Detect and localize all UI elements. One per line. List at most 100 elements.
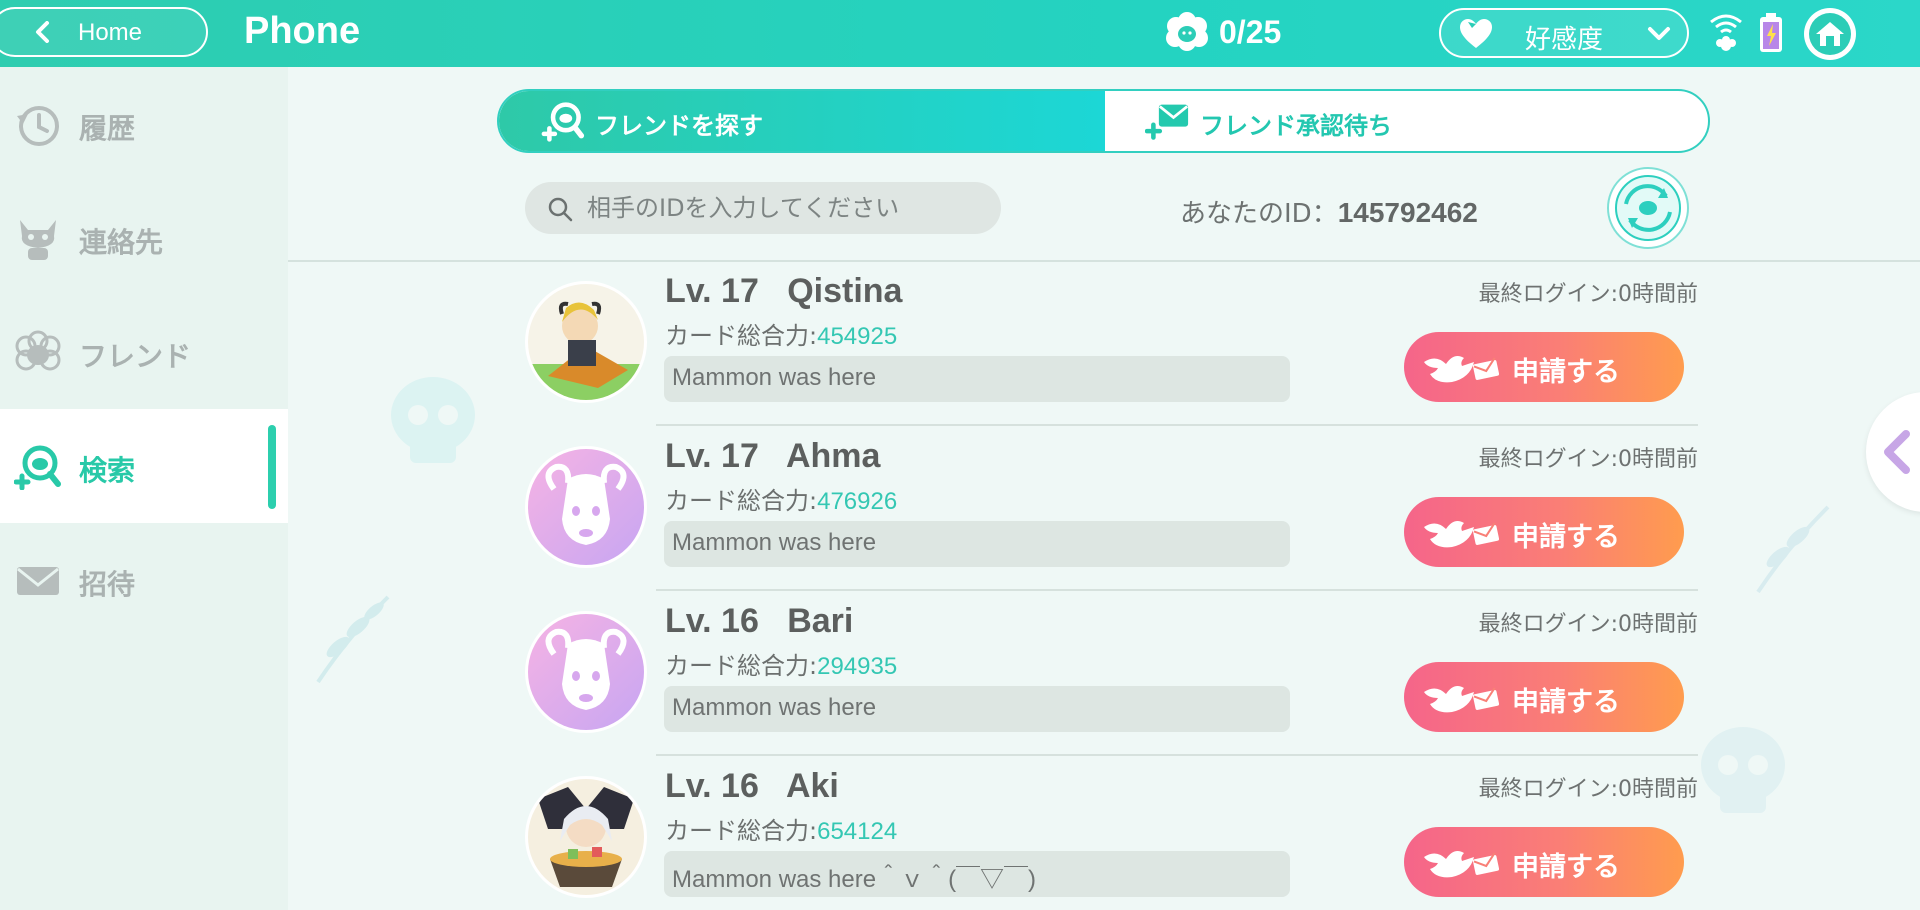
- apply-label: 申請する: [1512, 687, 1620, 718]
- leaf-decoration-icon: [316, 595, 390, 684]
- sheep-icon: [1166, 12, 1208, 51]
- leaf-decoration-icon: [1756, 505, 1830, 594]
- home-back-button[interactable]: Home: [0, 7, 208, 57]
- row-divider: [656, 424, 1698, 426]
- sheep-avatar-icon: [528, 614, 644, 730]
- last-login: 最終ログイン:0時間前: [1478, 282, 1698, 307]
- history-icon: [17, 106, 59, 146]
- affinity-sort-label: 好感度: [1525, 25, 1604, 55]
- card-power: カード総合力:454925: [665, 316, 897, 351]
- apply-friend-button[interactable]: 申請する: [1404, 662, 1684, 732]
- bird-mail-icon: [1424, 686, 1500, 713]
- user-message: Mammon was here: [664, 356, 1290, 402]
- last-login: 最終ログイン:0時間前: [1478, 777, 1698, 802]
- chevron-left-icon: [1884, 430, 1910, 474]
- card-power-label: カード総合力:: [665, 652, 818, 680]
- user-name: Lv. 16 Aki: [665, 767, 839, 805]
- card-power-value: 294935: [817, 653, 898, 680]
- contacts-icon: [20, 220, 56, 260]
- sidebar-item-history[interactable]: 履歴: [0, 67, 288, 181]
- card-power-value: 654124: [817, 818, 898, 845]
- apply-label: 申請する: [1512, 852, 1620, 883]
- bird-mail-icon: [1424, 521, 1500, 548]
- battery-icon: [1760, 13, 1782, 52]
- user-row: Lv. 16 Aki カード総合力:654124 Mammon was here…: [520, 759, 1700, 910]
- user-row: Lv. 17 Ahma カード総合力:476926 Mammon was her…: [520, 429, 1700, 594]
- user-name: Lv. 17 Ahma: [665, 437, 881, 475]
- row-divider: [656, 754, 1698, 756]
- user-name: Lv. 16 Bari: [665, 602, 854, 640]
- user-name: Lv. 17 Qistina: [665, 272, 903, 310]
- apply-friend-button[interactable]: 申請する: [1404, 497, 1684, 567]
- character-avatar-icon: [528, 779, 644, 895]
- home-icon[interactable]: [1802, 6, 1858, 62]
- user-row: Lv. 17 Qistina カード総合力:454925 Mammon was …: [520, 264, 1700, 429]
- bird-mail-icon: [1424, 356, 1500, 383]
- last-login: 最終ログイン:0時間前: [1478, 612, 1698, 637]
- user-message: Mammon was here: [664, 686, 1290, 732]
- user-avatar: [528, 779, 644, 895]
- sidebar-item-contacts[interactable]: 連絡先: [0, 181, 288, 295]
- card-power: カード総合力:654124: [665, 811, 897, 846]
- search-friend-icon: [14, 445, 61, 490]
- card-power-label: カード総合力:: [665, 322, 818, 350]
- apply-label: 申請する: [1512, 357, 1620, 388]
- friends-icon: [15, 330, 61, 371]
- search-divider: [288, 260, 1920, 262]
- user-message: Mammon was here＾ｖ＾(￣▽￣): [664, 851, 1290, 897]
- search-input[interactable]: [587, 188, 987, 228]
- user-avatar: [528, 614, 644, 730]
- user-row: Lv. 16 Bari カード総合力:294935 Mammon was her…: [520, 594, 1700, 759]
- friend-counter: 0/25: [1165, 12, 1281, 52]
- sidebar-item-label: 連絡先: [79, 226, 164, 259]
- bird-mail-icon: [1424, 851, 1500, 878]
- friend-tabs: フレンドを探す フレンド承認待ち: [497, 89, 1710, 153]
- skull-decoration-icon: [1701, 727, 1785, 813]
- top-bar: Home Phone 0/25 好感度: [0, 0, 1920, 67]
- mail-plus-icon: [1145, 104, 1189, 140]
- my-id-value: 145792462: [1337, 197, 1478, 228]
- apply-label: 申請する: [1512, 522, 1620, 553]
- invite-mail-icon: [17, 567, 59, 595]
- sidebar-item-friends[interactable]: フレンド: [0, 295, 288, 409]
- card-power: カード総合力:476926: [665, 481, 897, 516]
- tab-find-friends[interactable]: フレンドを探す: [499, 91, 1105, 151]
- tab-pending-requests[interactable]: フレンド承認待ち: [1105, 91, 1708, 151]
- user-message: Mammon was here: [664, 521, 1290, 567]
- affinity-sort-dropdown[interactable]: 好感度: [1439, 8, 1689, 58]
- apply-friend-button[interactable]: 申請する: [1404, 332, 1684, 402]
- card-power-value: 476926: [817, 488, 898, 515]
- sidebar-item-label: 検索: [79, 454, 136, 487]
- card-power-label: カード総合力:: [665, 487, 818, 515]
- my-id-label: あなたのID：: [1180, 199, 1338, 229]
- tab-pending-label: フレンド承認待ち: [1200, 112, 1392, 140]
- tab-find-label: フレンドを探す: [595, 112, 763, 140]
- home-back-label: Home: [78, 19, 143, 46]
- sidebar: 履歴 連絡先 フレンド 検索 招待: [0, 67, 288, 910]
- sidebar-item-label: 履歴: [79, 112, 136, 145]
- user-avatar: [528, 284, 644, 400]
- user-avatar: [528, 449, 644, 565]
- page-title: Phone: [244, 10, 361, 52]
- card-power-label: カード総合力:: [665, 817, 818, 845]
- search-friend-icon: [541, 102, 585, 142]
- refresh-icon[interactable]: [1606, 166, 1690, 250]
- friend-id-search: [525, 182, 1001, 234]
- apply-friend-button[interactable]: 申請する: [1404, 827, 1684, 897]
- heart-icon: [1460, 19, 1492, 48]
- sidebar-item-label: フレンド: [79, 340, 192, 373]
- skull-decoration-icon: [391, 377, 475, 463]
- search-icon: [548, 197, 573, 222]
- active-indicator: [268, 425, 276, 509]
- card-power: カード総合力:294935: [665, 646, 897, 681]
- sidebar-item-invite[interactable]: 招待: [0, 523, 288, 637]
- my-id: あなたのID：145792462: [1180, 193, 1478, 230]
- wifi-icon: [1710, 14, 1742, 51]
- card-power-value: 454925: [817, 323, 898, 350]
- chevron-left-icon: [36, 21, 49, 43]
- friend-counter-value: 0/25: [1219, 13, 1282, 50]
- sidebar-item-search[interactable]: 検索: [0, 409, 288, 523]
- character-avatar-icon: [528, 284, 644, 400]
- row-divider: [656, 589, 1698, 591]
- chevron-down-icon: [1648, 27, 1670, 40]
